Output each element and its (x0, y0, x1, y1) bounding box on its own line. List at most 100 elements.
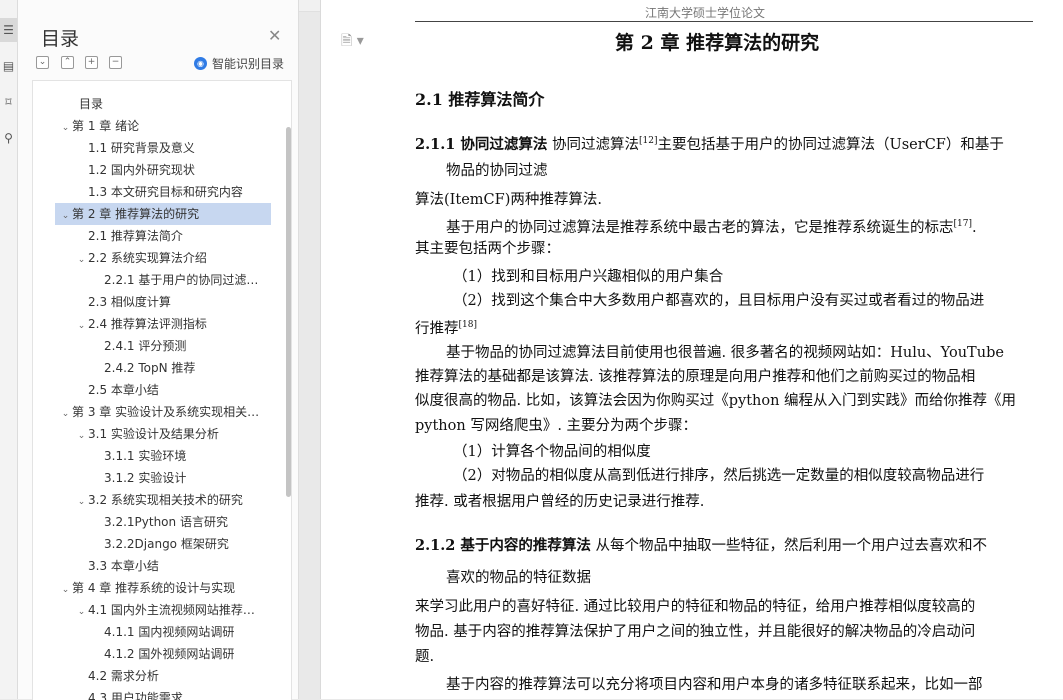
toc-item[interactable]: 1.1 研究背景及意义 (55, 137, 271, 159)
add-item-icon[interactable]: + (85, 56, 98, 69)
collapse-all-icon[interactable]: ⌄ (36, 56, 49, 69)
toc-item[interactable]: ⌄ 2.4 推荐算法评测指标 (55, 313, 271, 335)
paragraph: 算法(ItemCF)两种推荐算法. (415, 192, 602, 208)
remove-item-icon[interactable]: − (109, 56, 122, 69)
smart-recognize-icon: ◉ (194, 57, 207, 70)
close-icon[interactable]: ✕ (268, 26, 281, 45)
header-rule (415, 21, 1033, 22)
toc-item[interactable]: 目录 (55, 93, 271, 115)
toc-item-label: 3.1 实验设计及结果分析 (88, 427, 219, 441)
toc-item[interactable]: 3.1.1 实验环境 (55, 445, 271, 467)
smart-recognize-button[interactable]: ◉ 智能识别目录 (194, 55, 284, 72)
page-icon[interactable]: ▤ (0, 54, 17, 78)
toc-panel: 目录 ✕ ⌄ ⌃ + − ◉ 智能识别目录 目录 ⌄ 第 1 章 绪论 1.1 研究背… (18, 0, 299, 700)
toc-item[interactable]: ⌄ 3.1 实验设计及结果分析 (55, 423, 271, 445)
toc-item-label: 1.1 研究背景及意义 (88, 141, 195, 155)
toc-scrollbar[interactable] (286, 127, 291, 497)
paragraph: 推荐. 或者根据用户曾经的历史记录进行推荐. (415, 494, 705, 510)
toc-item[interactable]: 2.3 相似度计算 (55, 291, 271, 313)
paragraph: 推荐算法的基础都是该算法. 该推荐算法的原理是向用户推荐和他们之前购买过的物品相 (415, 369, 976, 385)
chevron-down-icon[interactable]: ⌄ (75, 249, 88, 269)
toc-item-label: 2.1 推荐算法简介 (88, 229, 183, 243)
toc-item[interactable]: ⌄ 第 2 章 推荐算法的研究 (55, 203, 271, 225)
toc-item-label: 2.5 本章小结 (88, 383, 159, 397)
toc-item[interactable]: 2.2.1 基于用户的协同过滤… (55, 269, 271, 291)
toc-item-label: 2.4.2 TopN 推荐 (104, 361, 196, 375)
toc-item-label: 第 1 章 绪论 (72, 119, 140, 133)
chevron-down-icon[interactable]: ⌄ (59, 403, 72, 423)
paragraph: 基于内容的推荐算法可以充分将项目内容和用户本身的诸多特征联系起来，比如一部 (446, 677, 983, 693)
toc-item[interactable]: ⌄ 第 4 章 推荐系统的设计与实现 (55, 577, 271, 599)
toc-item-label: 4.1.1 国内视频网站调研 (104, 625, 235, 639)
tool-strip: ☰ ▤ ⌑ ⚲ (0, 0, 18, 699)
search-icon[interactable]: ⚲ (0, 126, 17, 150)
toc-item[interactable]: 2.5 本章小结 (55, 379, 271, 401)
paragraph: python 写网络爬虫》. 主要分为两个步骤： (415, 418, 698, 434)
toc-item[interactable]: ⌄ 第 3 章 实验设计及系统实现相关… (55, 401, 271, 423)
toc-item[interactable]: 2.1 推荐算法简介 (55, 225, 271, 247)
chevron-down-icon[interactable]: ⌄ (59, 579, 72, 599)
toc-item-label: 1.2 国内外研究现状 (88, 163, 195, 177)
toc-item[interactable]: 1.2 国内外研究现状 (55, 159, 271, 181)
subsection-heading-2-1-2: 2.1.2 基于内容的推荐算法 (415, 537, 591, 554)
paragraph: 似度很高的物品. 比如，该算法会因为你购买过《python 编程从入门到实践》而… (415, 393, 1017, 409)
toc-item-label: 3.1.2 实验设计 (104, 471, 187, 485)
paragraph: 2.1.1 协同过滤算法 协同过滤算法[12]主要包括基于用户的协同过滤算法（U… (415, 135, 1004, 153)
subsection-heading-2-1-1: 2.1.1 协同过滤算法 (415, 135, 548, 153)
toc-icon[interactable]: ☰ (0, 18, 17, 42)
toc-item[interactable]: ⌄ 3.2 系统实现相关技术的研究 (55, 489, 271, 511)
toc-item-label: 4.1.2 国外视频网站调研 (104, 647, 235, 661)
chevron-down-icon[interactable]: ⌄ (75, 315, 88, 335)
toc-item[interactable]: ⌄ 第 1 章 绪论 (55, 115, 271, 137)
toc-item[interactable]: 3.2.2Django 框架研究 (55, 533, 271, 555)
toc-item[interactable]: 1.3 本文研究目标和研究内容 (55, 181, 271, 203)
chapter-title: 第 2 章 推荐算法的研究 (615, 32, 820, 54)
running-header: 江南大学硕士学位论文 (645, 6, 766, 20)
toc-item-label: 2.4 推荐算法评测指标 (88, 317, 207, 331)
toc-item[interactable]: 2.4.1 评分预测 (55, 335, 271, 357)
document-page: 江南大学硕士学位论文 第 2 章 推荐算法的研究 2.1 推荐算法简介 2.1.… (415, 0, 1063, 699)
bookmark-icon[interactable]: ⌑ (0, 90, 17, 114)
toc-item-label: 2.3 相似度计算 (88, 295, 171, 309)
chevron-down-icon[interactable]: ⌄ (59, 117, 72, 137)
toc-title: 目录 (41, 28, 80, 50)
toc-item-label: 1.3 本文研究目标和研究内容 (88, 185, 243, 199)
toc-item[interactable]: 3.3 本章小结 (55, 555, 271, 577)
toc-item-label: 4.1 国内外主流视频网站推荐… (88, 603, 255, 617)
toc-item-label: 第 4 章 推荐系统的设计与实现 (72, 581, 236, 595)
chevron-down-icon[interactable]: ⌄ (75, 491, 88, 511)
toc-item-label: 3.1.1 实验环境 (104, 449, 187, 463)
section-heading-2-1: 2.1 推荐算法简介 (415, 90, 545, 109)
toc-item-label: 4.2 需求分析 (88, 669, 159, 683)
toc-item-label: 第 2 章 推荐算法的研究 (72, 207, 200, 221)
toc-item[interactable]: 3.2.1Python 语言研究 (55, 511, 271, 533)
toc-item[interactable]: 4.3 用户功能需求 (55, 687, 271, 700)
page-view-icon[interactable]: 🗎 ▾ (341, 30, 364, 54)
toc-item[interactable]: 3.1.2 实验设计 (55, 467, 271, 489)
paragraph: 行推荐[18] (415, 320, 477, 337)
toc-item-label: 3.2.1Python 语言研究 (104, 515, 228, 529)
toc-item-label: 3.2.2Django 框架研究 (104, 537, 229, 551)
toc-item-label: 2.2.1 基于用户的协同过滤… (104, 273, 259, 287)
toc-item[interactable]: 4.1.1 国内视频网站调研 (55, 621, 271, 643)
paragraph: 其主要包括两个步骤： (415, 241, 560, 257)
paragraph: 物品. 基于内容的推荐算法保护了用户之间的独立性，并且能很好的解决物品的冷启动问 (415, 624, 976, 640)
chevron-down-icon[interactable]: ⌄ (75, 601, 88, 621)
toc-item-label: 第 3 章 实验设计及系统实现相关… (72, 405, 260, 419)
chevron-down-icon[interactable]: ⌄ (75, 425, 88, 445)
toc-item[interactable]: 2.4.2 TopN 推荐 (55, 357, 271, 379)
paragraph: 题. (415, 649, 435, 665)
toc-item[interactable]: ⌄ 4.1 国内外主流视频网站推荐… (55, 599, 271, 621)
toc-item[interactable]: ⌄ 2.2 系统实现算法介绍 (55, 247, 271, 269)
toc-item[interactable]: 4.1.2 国外视频网站调研 (55, 643, 271, 665)
expand-up-icon[interactable]: ⌃ (61, 56, 74, 69)
chevron-down-icon[interactable]: ⌄ (59, 205, 72, 225)
toc-item[interactable]: 4.2 需求分析 (55, 665, 271, 687)
paragraph: 来学习此用户的喜好特征. 通过比较用户的特征和物品的特征，给用户推荐相似度较高的 (415, 599, 976, 615)
paragraph: 物品的协同过滤 (446, 163, 548, 179)
paragraph: （2）对物品的相似度从高到低进行排序，然后挑选一定数量的相似度较高物品进行 (453, 468, 985, 484)
toc-list: 目录 ⌄ 第 1 章 绪论 1.1 研究背景及意义 1.2 国内外研究现状 1.3 本文研… (32, 80, 292, 700)
toc-item-label: 3.2 系统实现相关技术的研究 (88, 493, 243, 507)
toc-item-label: 2.4.1 评分预测 (104, 339, 187, 353)
paragraph: 基于物品的协同过滤算法目前使用也很普遍. 很多著名的视频网站如：Hulu、You… (446, 345, 1004, 361)
